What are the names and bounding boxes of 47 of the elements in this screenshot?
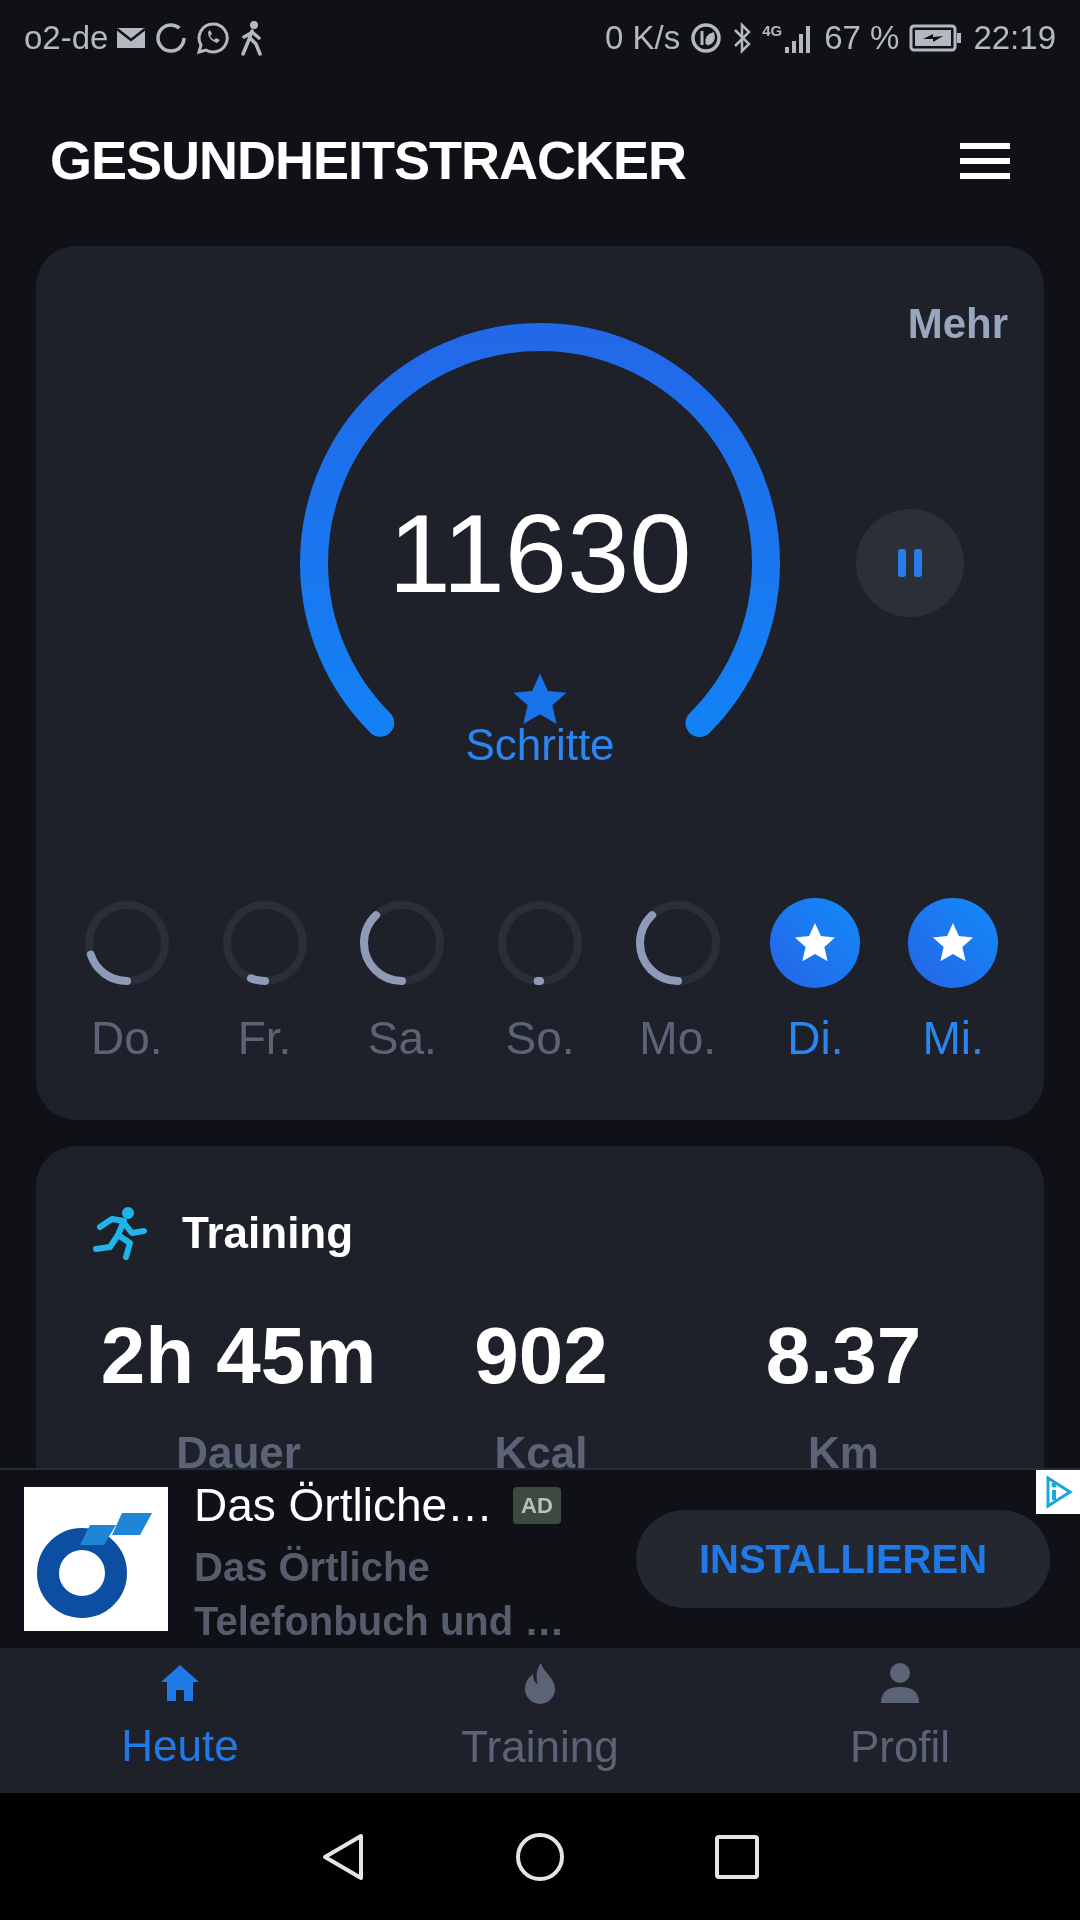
data-speed: 0 K/s: [604, 17, 681, 58]
sync-icon: [154, 20, 189, 55]
home-button-icon[interactable]: [515, 1831, 565, 1882]
install-button[interactable]: INSTALLIEREN: [636, 1510, 1050, 1608]
stat-label: Km: [808, 1427, 879, 1468]
person-icon: [880, 1661, 920, 1704]
carrier-name: o2-de: [24, 17, 109, 58]
battery-charging-icon: [909, 23, 964, 52]
home-icon: [159, 1662, 201, 1703]
back-icon[interactable]: [321, 1832, 365, 1881]
flame-icon: [523, 1661, 557, 1704]
pause-icon: [896, 547, 924, 579]
nav-tab[interactable]: Profil: [720, 1648, 1080, 1793]
stat-label: Kcal: [494, 1427, 588, 1468]
nav-tab[interactable]: Heute: [0, 1648, 360, 1793]
ad-badge: AD: [513, 1486, 561, 1524]
battery-percent: 67 %: [824, 17, 900, 58]
stat-label: Dauer: [176, 1427, 301, 1468]
day-label: Mo.: [639, 1011, 717, 1066]
training-title: Training: [182, 1207, 354, 1259]
nav-tab[interactable]: Training: [360, 1648, 720, 1793]
day-label: So.: [505, 1011, 575, 1066]
day-label: Mi.: [922, 1011, 984, 1066]
app-logo-icon: [24, 1487, 168, 1631]
day-label: Fr.: [237, 1011, 292, 1066]
stat-value: 2h 45m: [100, 1316, 377, 1396]
stat-value: 902: [474, 1316, 608, 1396]
chat-icon: [196, 20, 231, 55]
network-type: 4G: [762, 22, 783, 38]
stat-value: 8.37: [765, 1316, 922, 1396]
ad-description: Das Örtliche Telefonbuch und …: [194, 1543, 566, 1645]
menu-icon[interactable]: [960, 141, 1010, 180]
steps-label: Schritte: [465, 723, 615, 767]
recents-icon[interactable]: [715, 1834, 759, 1879]
app-title: GESUNDHEITSTRACKER: [50, 129, 687, 192]
day-label: Di.: [787, 1011, 844, 1066]
clock: 22:19: [973, 17, 1056, 58]
ad-info-icon[interactable]: [1036, 1470, 1080, 1514]
running-icon: [92, 1205, 148, 1261]
day-label: Do.: [91, 1011, 163, 1066]
mail-icon: [116, 25, 147, 50]
data-saver-icon: [690, 21, 723, 54]
more-link[interactable]: Mehr: [907, 292, 1008, 355]
step-count: 11630: [388, 498, 692, 610]
day-label: Sa.: [367, 1011, 437, 1066]
bluetooth-icon: [732, 20, 753, 55]
ad-title: Das Örtliche…: [194, 1477, 494, 1533]
